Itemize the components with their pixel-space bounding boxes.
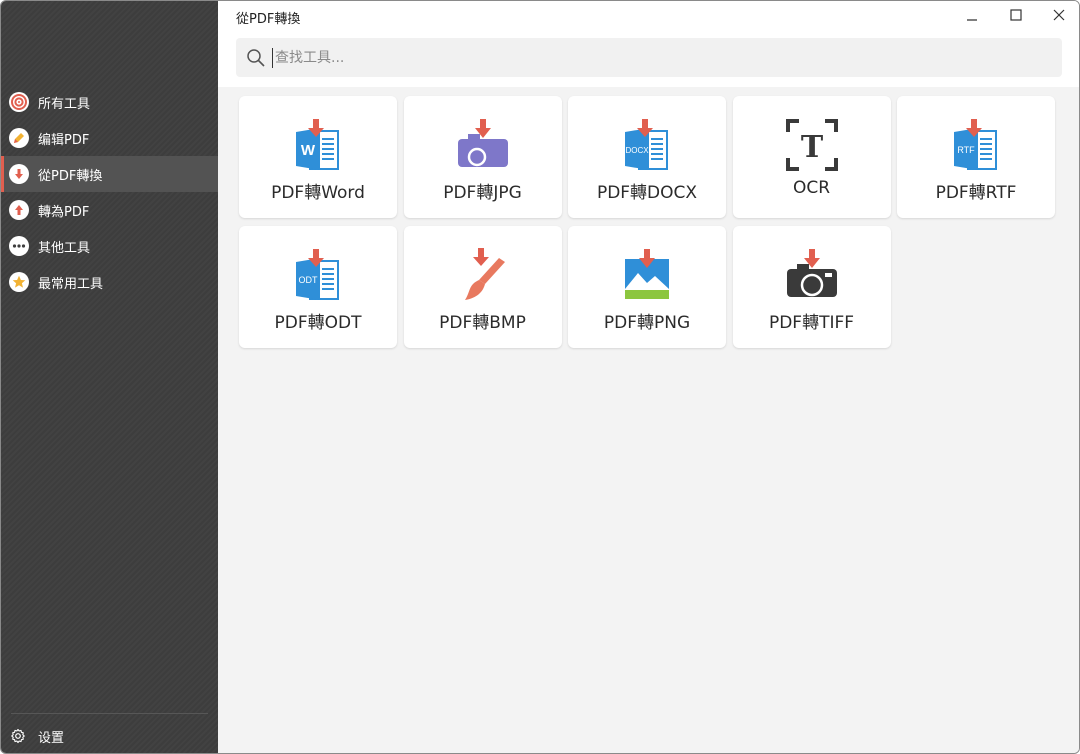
settings-button[interactable]: 设置 <box>10 725 64 747</box>
tool-label: PDF轉RTF <box>935 183 1017 203</box>
word-doc-icon: W <box>288 116 348 174</box>
jpg-camera-icon <box>453 116 513 174</box>
edit-pdf-icon <box>9 128 29 148</box>
sidebar-item-label: 最常用工具 <box>38 276 104 292</box>
sidebar-nav: 所有工具 编辑PDF 從PDF轉換 轉為PDF 其他工具 最常用工具 <box>1 84 218 300</box>
close-button[interactable] <box>1041 4 1077 26</box>
sidebar-item-convert-to-pdf[interactable]: 轉為PDF <box>1 192 218 228</box>
tool-label: PDF轉PNG <box>603 313 691 333</box>
tool-pdf-to-bmp[interactable]: PDF轉BMP <box>403 226 562 348</box>
tool-label: PDF轉ODT <box>274 313 362 333</box>
sidebar-item-all-tools[interactable]: 所有工具 <box>1 84 218 120</box>
app-window: 所有工具 编辑PDF 從PDF轉換 轉為PDF 其他工具 最常用工具 设置 從P… <box>0 0 1080 754</box>
tool-pdf-to-docx[interactable]: DOCX PDF轉DOCX <box>568 96 726 218</box>
docx-badge: DOCX <box>625 146 649 155</box>
tool-pdf-to-odt[interactable]: ODT PDF轉ODT <box>239 226 397 348</box>
gear-icon <box>10 728 26 744</box>
convert-from-pdf-icon <box>9 164 29 184</box>
all-tools-icon <box>9 92 29 112</box>
sidebar-item-label: 所有工具 <box>38 96 91 112</box>
tool-label: OCR <box>792 178 831 198</box>
window-title: 從PDF轉換 <box>236 12 301 27</box>
tool-label: PDF轉BMP <box>439 313 526 333</box>
sidebar-item-label: 轉為PDF <box>38 204 90 220</box>
sidebar: 所有工具 编辑PDF 從PDF轉換 轉為PDF 其他工具 最常用工具 设置 <box>1 1 218 753</box>
minimize-icon <box>967 19 977 21</box>
tool-label: PDF轉TIFF <box>768 313 855 333</box>
bmp-brush-icon <box>453 246 513 304</box>
sidebar-item-label: 其他工具 <box>38 240 91 256</box>
sidebar-divider <box>11 713 208 714</box>
tiff-camera-icon <box>782 246 842 304</box>
sidebar-item-convert-from-pdf[interactable]: 從PDF轉換 <box>1 156 218 192</box>
tool-label: PDF轉Word <box>271 183 365 203</box>
tool-ocr[interactable]: T OCR <box>732 96 891 218</box>
png-image-icon <box>617 246 677 304</box>
docx-doc-icon: DOCX <box>617 116 677 174</box>
sidebar-item-label: 编辑PDF <box>38 132 90 148</box>
title-bar: 從PDF轉換 <box>218 1 1079 87</box>
convert-to-pdf-icon <box>9 200 29 220</box>
settings-label: 设置 <box>38 730 65 746</box>
ocr-text-icon: T <box>782 116 842 174</box>
sidebar-item-label: 從PDF轉換 <box>38 168 103 184</box>
maximize-button[interactable] <box>998 4 1034 26</box>
tool-label: PDF轉JPG <box>443 183 522 203</box>
tool-pdf-to-tiff[interactable]: PDF轉TIFF <box>732 226 891 348</box>
tool-pdf-to-word[interactable]: W PDF轉Word <box>239 96 397 218</box>
tool-pdf-to-rtf[interactable]: RTF PDF轉RTF <box>897 96 1055 218</box>
sidebar-item-favorites[interactable]: 最常用工具 <box>1 264 218 300</box>
ocr-badge: T <box>800 130 823 165</box>
close-icon <box>1053 9 1065 21</box>
search-icon <box>246 48 266 68</box>
search-input[interactable] <box>272 47 972 68</box>
odt-doc-icon: ODT <box>288 246 348 304</box>
minimize-button[interactable] <box>954 4 990 26</box>
tool-pdf-to-png[interactable]: PDF轉PNG <box>568 226 726 348</box>
rtf-badge: RTF <box>957 145 975 155</box>
search-bar <box>236 38 1062 77</box>
rtf-doc-icon: RTF <box>946 116 1006 174</box>
main-panel: 從PDF轉換 查找工具... W PDF轉Word PDF轉JPG DOCX P… <box>218 1 1079 753</box>
tool-label: PDF轉DOCX <box>596 183 698 203</box>
sidebar-item-edit-pdf[interactable]: 编辑PDF <box>1 120 218 156</box>
maximize-icon <box>1010 9 1022 21</box>
sidebar-item-more-tools[interactable]: 其他工具 <box>1 228 218 264</box>
word-badge: W <box>301 142 316 159</box>
odt-badge: ODT <box>299 275 319 285</box>
star-icon <box>9 272 29 292</box>
tool-pdf-to-jpg[interactable]: PDF轉JPG <box>403 96 562 218</box>
tools-grid: W PDF轉Word PDF轉JPG DOCX PDF轉DOCX T OCR R… <box>239 96 1055 348</box>
more-tools-icon <box>9 236 29 256</box>
